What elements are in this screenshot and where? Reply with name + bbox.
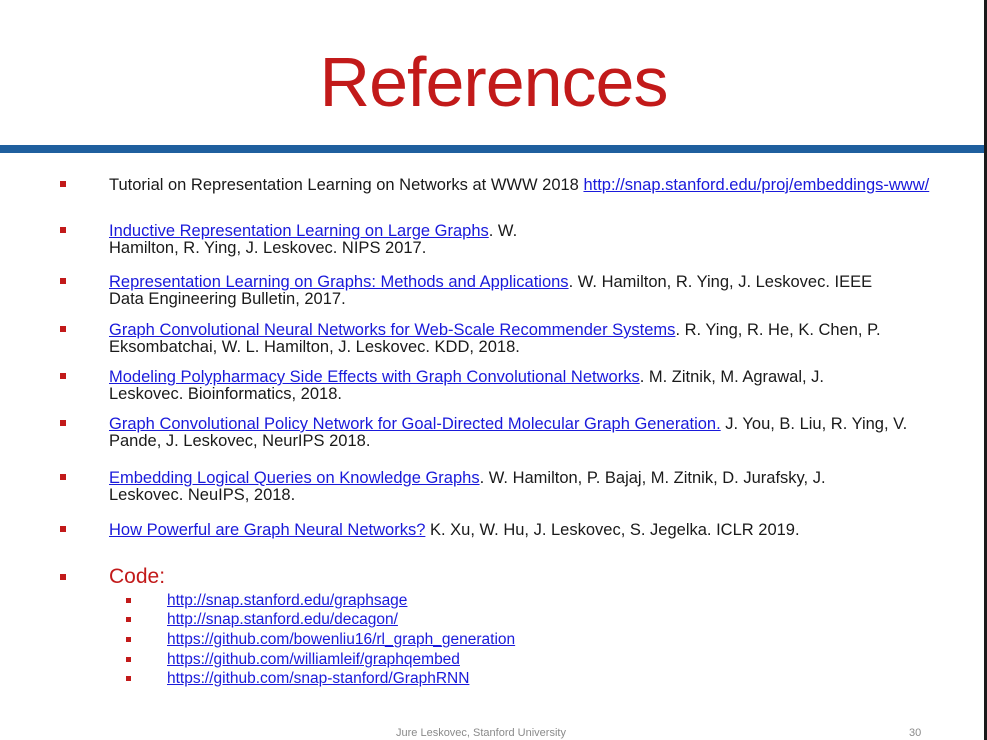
code-link[interactable]: https://github.com/snap-stanford/GraphRN… (167, 670, 469, 687)
code-label: Code: (109, 565, 166, 588)
bullet-icon (60, 574, 66, 580)
bullet-icon (60, 227, 66, 233)
code-link[interactable]: http://snap.stanford.edu/graphsage (167, 592, 407, 609)
reference-text: Tutorial on Representation Learning on N… (109, 177, 959, 194)
reference-link[interactable]: Graph Convolutional Neural Networks for … (109, 321, 675, 339)
code-link[interactable]: https://github.com/williamleif/graphqemb… (167, 651, 460, 668)
reference-link[interactable]: Graph Convolutional Policy Network for G… (109, 415, 721, 433)
bullet-icon (126, 657, 131, 662)
page-number: 30 (909, 727, 922, 739)
reference-text: Representation Learning on Graphs: Metho… (109, 274, 879, 308)
code-link[interactable]: https://github.com/bowenliu16/rl_graph_g… (167, 631, 515, 648)
bullet-icon (126, 676, 131, 681)
reference-link[interactable]: Representation Learning on Graphs: Metho… (109, 273, 569, 291)
reference-link[interactable]: Modeling Polypharmacy Side Effects with … (109, 368, 640, 386)
bullet-icon (126, 617, 131, 622)
bullet-icon (60, 373, 66, 379)
slide: References Tutorial on Representation Le… (0, 0, 987, 740)
reference-text: How Powerful are Graph Neural Networks? … (109, 522, 959, 539)
reference-text: Modeling Polypharmacy Side Effects with … (109, 369, 879, 403)
reference-text: Graph Convolutional Neural Networks for … (109, 322, 959, 356)
reference-link[interactable]: Embedding Logical Queries on Knowledge G… (109, 469, 480, 487)
reference-suffix: K. Xu, W. Hu, J. Leskovec, S. Jegelka. I… (425, 521, 800, 539)
bullet-icon (60, 474, 66, 480)
reference-text: Graph Convolutional Policy Network for G… (109, 416, 959, 450)
bullet-icon (60, 420, 66, 426)
slide-title: References (319, 43, 669, 121)
title-divider (0, 145, 984, 153)
reference-link[interactable]: Inductive Representation Learning on Lar… (109, 222, 489, 240)
reference-link[interactable]: http://snap.stanford.edu/proj/embeddings… (583, 176, 929, 194)
slide-footer: Jure Leskovec, Stanford University (396, 727, 566, 739)
reference-prefix: Tutorial on Representation Learning on N… (109, 176, 584, 194)
reference-text: Embedding Logical Queries on Knowledge G… (109, 470, 879, 504)
bullet-icon (60, 326, 66, 332)
code-link[interactable]: http://snap.stanford.edu/decagon/ (167, 611, 398, 628)
bullet-icon (60, 526, 66, 532)
bullet-icon (126, 598, 131, 603)
bullet-icon (60, 181, 66, 187)
bullet-icon (60, 278, 66, 284)
bullet-icon (126, 637, 131, 642)
reference-text: Inductive Representation Learning on Lar… (109, 223, 539, 257)
reference-link[interactable]: How Powerful are Graph Neural Networks? (109, 521, 425, 539)
